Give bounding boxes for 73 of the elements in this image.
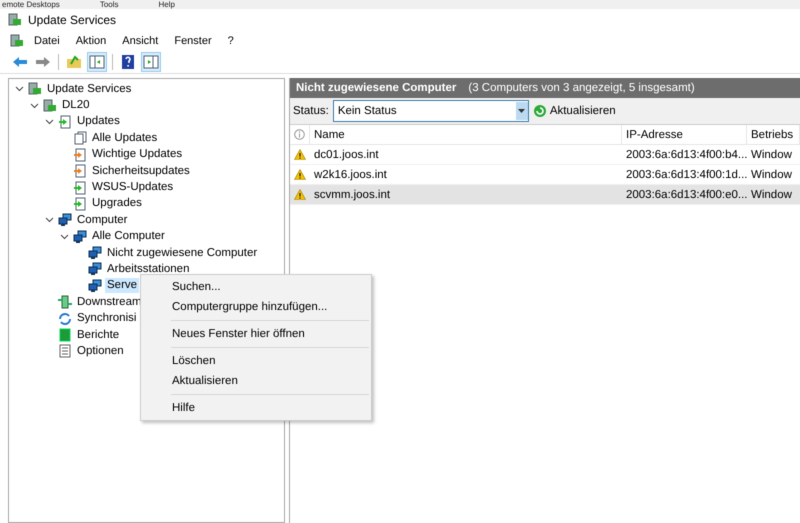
computers-icon [88, 278, 102, 293]
computers-icon [73, 230, 87, 244]
tree-item[interactable]: Sicherheitsupdates [90, 164, 192, 179]
server-icon [43, 98, 57, 113]
report-book-icon [58, 328, 72, 342]
documents-icon [73, 131, 87, 146]
tree-item[interactable]: Nicht zugewiesene Computer [105, 246, 260, 261]
context-menu-item[interactable]: Computergruppe hinzufügen... [141, 297, 371, 317]
table-cell: scvmm.joos.int [310, 185, 622, 205]
tree-item[interactable]: Wichtige Updates [90, 147, 184, 162]
expanded-caret-icon[interactable] [44, 217, 54, 224]
window-title: Update Services [28, 13, 116, 27]
warning-icon [294, 149, 306, 160]
tree-item[interactable]: Upgrades [90, 196, 144, 212]
tree-item[interactable]: Berichte [75, 328, 122, 343]
menu-item[interactable]: Fenster [168, 33, 218, 49]
expanded-caret-icon[interactable] [44, 118, 54, 125]
folder-arrow-icon [66, 55, 82, 69]
menu-item[interactable]: emote Desktops [2, 0, 60, 9]
back-arrow-icon [12, 55, 28, 69]
tree-item[interactable]: Serve [105, 278, 140, 294]
computers-icon [58, 213, 72, 228]
pane-icon [143, 55, 159, 69]
menu-item[interactable]: Aktion [70, 33, 112, 49]
tree-item[interactable]: Update Services [45, 82, 134, 97]
tree-item[interactable]: Alle Updates [90, 130, 160, 146]
menu-item[interactable]: Tools [100, 0, 118, 9]
menu-item[interactable]: Help [158, 0, 175, 9]
status-dropdown[interactable]: Kein Status [332, 100, 529, 122]
expanded-caret-icon[interactable] [30, 102, 38, 109]
context-menu-item[interactable]: Hilfe [141, 398, 371, 418]
sync-icon [58, 312, 72, 326]
server-icon [10, 34, 24, 48]
options-list-icon [58, 344, 72, 358]
panel-title: Nicht zugewiesene Computer [296, 82, 456, 94]
computers-icon [88, 246, 102, 260]
help-icon [121, 54, 135, 70]
tree-item[interactable]: Optionen [75, 344, 126, 359]
panel-subtitle: (3 Computers von 3 angezeigt, 5 insgesamt) [468, 82, 695, 94]
tree-item[interactable]: Computer [75, 212, 130, 228]
server-icon [8, 13, 22, 27]
context-menu-item[interactable]: Löschen [141, 351, 371, 371]
tree-item[interactable]: Synchronisi [75, 311, 138, 326]
status-label: Status: [293, 105, 329, 117]
tree-item[interactable]: Alle Computer [90, 229, 167, 244]
context-menu-item[interactable]: Neues Fenster hier öffnen [141, 324, 371, 344]
toolbar-button[interactable] [141, 52, 161, 72]
context-menu-item[interactable]: Suchen... [141, 277, 371, 297]
refresh-button[interactable]: Aktualisieren [532, 104, 616, 118]
server-icon [28, 82, 42, 96]
server-arrows-icon [58, 295, 72, 310]
menu-item[interactable]: Datei [28, 33, 66, 49]
refresh-icon [532, 104, 547, 118]
tree-item[interactable]: Downstream [75, 294, 144, 310]
toolbar-button[interactable] [87, 52, 107, 72]
table-cell: Window [747, 185, 800, 205]
pane-icon [89, 55, 105, 69]
dropdown-caret-icon [518, 109, 526, 113]
info-icon [294, 129, 305, 140]
table-cell: 2003:6a:6d13:4f00:e0... [622, 185, 747, 205]
computers-icon [88, 262, 102, 276]
tree-item[interactable]: Updates [75, 114, 122, 130]
tree-item[interactable]: Arbeitsstationen [105, 262, 192, 277]
forward-arrow-icon [35, 55, 51, 69]
tree-item[interactable]: DL20 [60, 98, 92, 114]
warning-icon [294, 169, 306, 180]
menu-item[interactable]: Ansicht [116, 33, 164, 49]
warning-icon [294, 189, 306, 200]
menu-item[interactable]: ? [222, 33, 240, 49]
expanded-caret-icon[interactable] [14, 86, 24, 92]
context-menu-item[interactable]: Aktualisieren [141, 371, 371, 391]
expanded-caret-icon[interactable] [60, 234, 68, 240]
tree-item[interactable]: WSUS-Updates [90, 180, 176, 196]
